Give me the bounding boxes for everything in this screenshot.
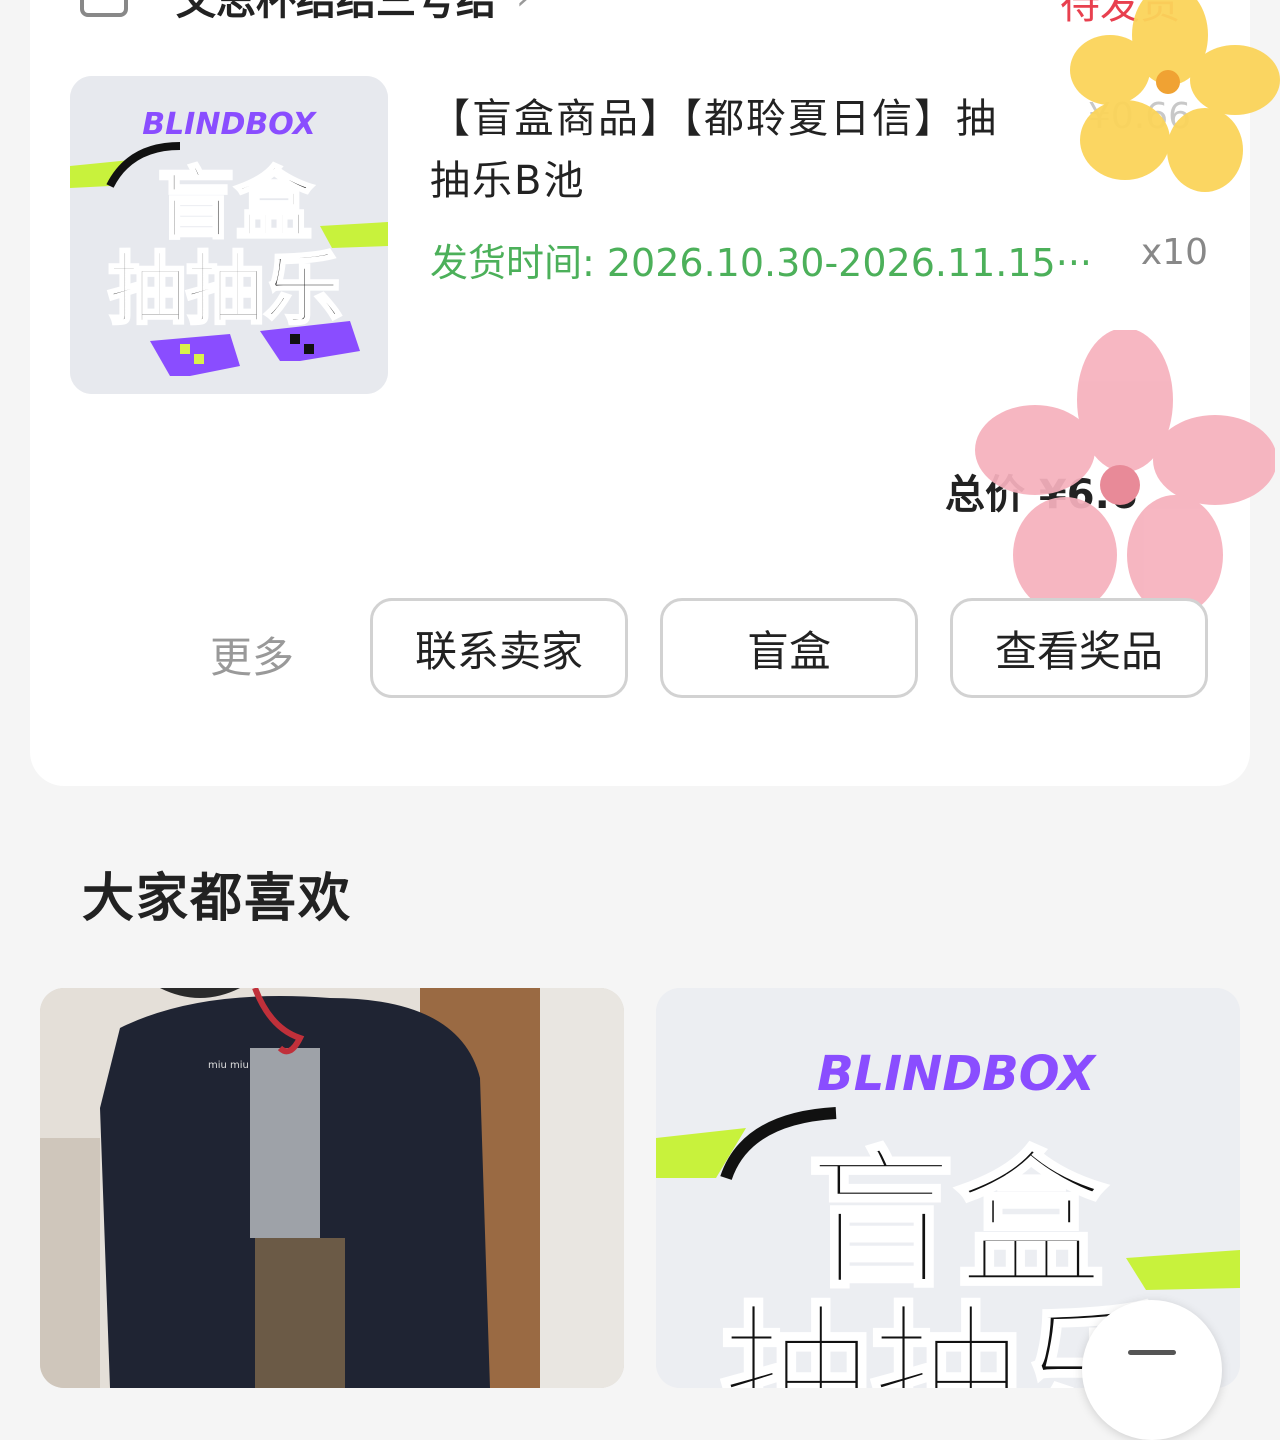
contact-seller-button[interactable]: 联系卖家 (370, 598, 628, 698)
floating-menu-button[interactable] (1082, 1300, 1222, 1440)
shop-header[interactable]: 文思杯结结三号结 › (80, 0, 530, 24)
blindbox-title-line1: 盲盒 (806, 1135, 1107, 1309)
total-price: 总价 ¥6.6 (945, 472, 1138, 518)
recommend-item-jacket[interactable]: miu miu (40, 988, 624, 1388)
chevron-right-icon: › (516, 0, 530, 18)
more-button[interactable]: 更多 (210, 624, 294, 685)
section-title: 大家都喜欢 (82, 869, 353, 929)
quantity: x10 (1140, 232, 1208, 273)
blind-box-button[interactable]: 盲盒 (660, 598, 918, 698)
jacket-logo-text: miu miu (208, 1060, 249, 1071)
thumb-title-line1: 盲盒 (157, 160, 314, 250)
product-title[interactable]: 【盲盒商品】【都聆夏日信】抽抽乐B池 (430, 88, 1030, 212)
product-thumbnail[interactable]: BLINDBOX 盲盒 抽抽乐 (70, 76, 388, 394)
thumb-brand-text: BLINDBOX (142, 107, 317, 142)
unit-price: ¥0.66 (1088, 96, 1192, 137)
view-prizes-button[interactable]: 查看奖品 (950, 598, 1208, 698)
shipping-time: 发货时间: 2026.10.30-2026.11.15··· (430, 241, 1092, 285)
thumb-title-line2: 抽抽乐 (108, 245, 342, 335)
shop-icon (80, 0, 128, 17)
order-status: 待发货 (1060, 0, 1180, 28)
blindbox-brand-text: BLINDBOX (817, 1046, 1097, 1102)
menu-icon (1128, 1350, 1176, 1355)
shop-name[interactable]: 文思杯结结三号结 (176, 0, 496, 26)
